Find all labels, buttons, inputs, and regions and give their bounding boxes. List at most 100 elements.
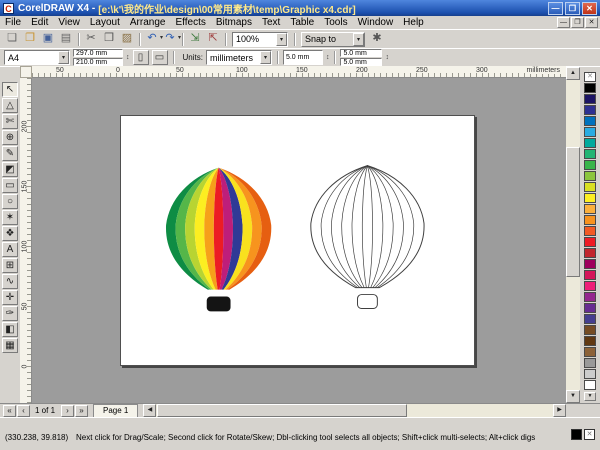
horizontal-scrollbar[interactable]: ◀ ▶ (143, 404, 566, 417)
palette-swatch-none[interactable]: ✕ (584, 72, 596, 82)
chevron-down-icon[interactable]: ▾ (276, 33, 287, 46)
fill-tool[interactable]: ◧ (2, 322, 18, 337)
zoom-tool[interactable]: ⊕ (2, 130, 18, 145)
first-page-button[interactable]: « (3, 405, 16, 417)
previous-page-button[interactable]: ‹ (17, 405, 30, 417)
shape-tool[interactable]: △ (2, 98, 18, 113)
landscape-button[interactable]: ▭ (152, 50, 168, 65)
palette-swatch[interactable] (584, 325, 596, 335)
palette-swatch[interactable] (584, 281, 596, 291)
palette-swatch[interactable] (584, 347, 596, 357)
new-icon[interactable]: ❏ (3, 31, 21, 47)
next-page-button[interactable]: › (61, 405, 74, 417)
chevron-down-icon[interactable]: ▾ (58, 51, 69, 64)
doc-minimize-button[interactable]: — (557, 17, 570, 28)
outline-pen-tool[interactable]: ✑ (2, 306, 18, 321)
crop-tool[interactable]: ✄ (2, 114, 18, 129)
portrait-button[interactable]: ▯ (133, 50, 149, 65)
doc-close-button[interactable]: ✕ (585, 17, 598, 28)
wireframe-balloon[interactable] (311, 166, 424, 309)
interactive-fill-tool[interactable]: ▦ (2, 338, 18, 353)
menu-arrange[interactable]: Arrange (125, 16, 171, 29)
menu-text[interactable]: Text (257, 16, 285, 29)
vertical-ruler[interactable]: 200150100500 (20, 78, 32, 403)
title-bar[interactable]: C CorelDRAW X4 - [e:\k'\我的作业\design\00常用… (0, 0, 600, 16)
palette-swatch[interactable] (584, 193, 596, 203)
palette-swatch[interactable] (584, 215, 596, 225)
spinner-icon[interactable]: ↕ (326, 54, 330, 61)
palette-swatch[interactable] (584, 160, 596, 170)
table-tool[interactable]: ⊞ (2, 258, 18, 273)
palette-swatch[interactable] (584, 94, 596, 104)
page-tab[interactable]: Page 1 (93, 404, 138, 417)
duplicate-y-field[interactable]: 5.0 mm (340, 58, 382, 66)
palette-swatch[interactable] (584, 116, 596, 126)
palette-swatch[interactable] (584, 358, 596, 368)
cut-icon[interactable]: ✂ (82, 31, 100, 47)
paper-width-field[interactable]: 297.0 mm (73, 49, 123, 57)
vertical-scroll-thumb[interactable] (566, 147, 580, 277)
palette-swatch[interactable] (584, 292, 596, 302)
palette-swatch[interactable] (584, 127, 596, 137)
palette-swatch[interactable] (584, 105, 596, 115)
blend-tool[interactable]: ∿ (2, 274, 18, 289)
ruler-origin[interactable] (20, 66, 32, 78)
menu-tools[interactable]: Tools (319, 16, 352, 29)
colored-balloon[interactable] (166, 168, 271, 312)
menu-layout[interactable]: Layout (85, 16, 125, 29)
horizontal-ruler[interactable]: millimeters 50050100150200250300 (32, 66, 566, 78)
open-icon[interactable]: ❐ (21, 31, 39, 47)
palette-swatch[interactable] (584, 369, 596, 379)
palette-swatch[interactable] (584, 303, 596, 313)
menu-edit[interactable]: Edit (26, 16, 53, 29)
redo-icon[interactable]: ↷▾ (161, 31, 179, 47)
scroll-up-icon[interactable]: ▲ (566, 67, 580, 80)
palette-swatch[interactable] (584, 259, 596, 269)
palette-swatch[interactable] (584, 83, 596, 93)
import-icon[interactable]: ⇲ (186, 31, 204, 47)
palette-swatch[interactable] (584, 138, 596, 148)
close-button[interactable]: ✕ (582, 2, 597, 15)
text-tool[interactable]: A (2, 242, 18, 257)
palette-swatch[interactable] (584, 171, 596, 181)
options-icon[interactable]: ✱ (368, 31, 386, 47)
scroll-right-icon[interactable]: ▶ (553, 404, 566, 417)
basic-shapes-tool[interactable]: ❖ (2, 226, 18, 241)
snap-to-dropdown[interactable]: Snap to ▾ (301, 32, 365, 47)
scroll-down-icon[interactable]: ▼ (566, 390, 580, 403)
nudge-offset-field[interactable]: 5.0 mm (283, 50, 323, 65)
pick-tool[interactable]: ↖ (2, 82, 18, 97)
chevron-down-icon[interactable]: ▾ (260, 51, 271, 64)
menu-table[interactable]: Table (285, 16, 319, 29)
paper-height-field[interactable]: 210.0 mm (73, 58, 123, 66)
chevron-down-icon[interactable]: ▾ (353, 33, 364, 46)
palette-swatch[interactable] (584, 380, 596, 390)
palette-swatch[interactable] (584, 336, 596, 346)
duplicate-x-field[interactable]: 5.0 mm (340, 49, 382, 57)
palette-swatch[interactable] (584, 314, 596, 324)
minimize-button[interactable]: — (548, 2, 563, 15)
balloon-basket[interactable] (358, 295, 378, 309)
eyedropper-tool[interactable]: ✛ (2, 290, 18, 305)
smart-fill-tool[interactable]: ◩ (2, 162, 18, 177)
undo-icon[interactable]: ↶▾ (143, 31, 161, 47)
vertical-scrollbar[interactable]: ▲ ▼ (566, 66, 580, 403)
print-icon[interactable]: ▤ (57, 31, 75, 47)
horizontal-scroll-thumb[interactable] (157, 404, 407, 417)
menu-file[interactable]: File (0, 16, 26, 29)
menu-view[interactable]: View (53, 16, 85, 29)
palette-swatch[interactable] (584, 270, 596, 280)
ellipse-tool[interactable]: ○ (2, 194, 18, 209)
palette-swatch[interactable] (584, 226, 596, 236)
spinner-icon[interactable]: ↕ (126, 54, 130, 61)
balloon-basket[interactable] (207, 297, 231, 312)
scroll-left-icon[interactable]: ◀ (143, 404, 156, 417)
paste-icon[interactable]: ▨ (118, 31, 136, 47)
document-page[interactable] (120, 115, 475, 366)
save-icon[interactable]: ▣ (39, 31, 57, 47)
palette-swatch[interactable] (584, 237, 596, 247)
palette-swatch[interactable] (584, 149, 596, 159)
polygon-tool[interactable]: ✶ (2, 210, 18, 225)
export-icon[interactable]: ⇱ (204, 31, 222, 47)
paper-preset-combo[interactable]: A4 ▾ (4, 50, 70, 65)
